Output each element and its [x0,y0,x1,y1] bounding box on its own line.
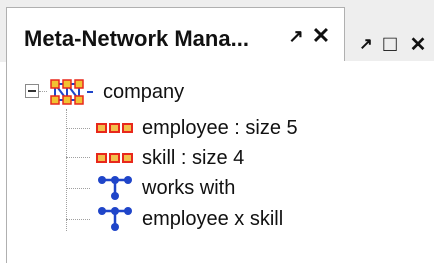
tab-strip: Meta-Network Mana... ↗ ✕ ↗ □ ✕ [0,0,434,62]
network-icon [98,176,132,200]
close-window-button[interactable]: ✕ [406,30,430,58]
window-controls: ↗ □ ✕ [356,30,434,58]
tree-node-label: skill : size 4 [142,147,245,169]
meta-network-icon [50,79,93,105]
tree-node-employee[interactable]: employee : size 5 [7,113,434,143]
nodeset-icon [96,153,133,163]
tree-node-company[interactable]: company [7,77,434,107]
maximize-button[interactable]: □ [378,30,402,58]
tree-node-label: employee x skill [142,208,284,230]
undock-button[interactable]: ↗ [285,22,307,50]
restore-button[interactable]: ↗ [356,30,376,58]
meta-network-tree-panel: company employee : size 5 skill : size 4 [6,61,434,263]
collapse-icon[interactable] [25,84,39,98]
tree-node-employee-x-skill[interactable]: employee x skill [7,204,434,234]
tab-title: Meta-Network Mana... [24,26,249,51]
tree-node-skill[interactable]: skill : size 4 [7,143,434,173]
close-tab-button[interactable]: ✕ [309,22,333,50]
nodeset-icon [96,123,133,133]
tree-node-label: company [103,81,185,103]
tree-node-label: works with [142,177,236,199]
network-icon [98,207,132,231]
tab-meta-network-manager[interactable]: Meta-Network Mana... ↗ ✕ [6,7,345,62]
tree-node-label: employee : size 5 [142,117,298,139]
meta-network-manager-window: Meta-Network Mana... ↗ ✕ ↗ □ ✕ company e… [0,0,434,263]
tree-node-works-with[interactable]: works with [7,173,434,203]
